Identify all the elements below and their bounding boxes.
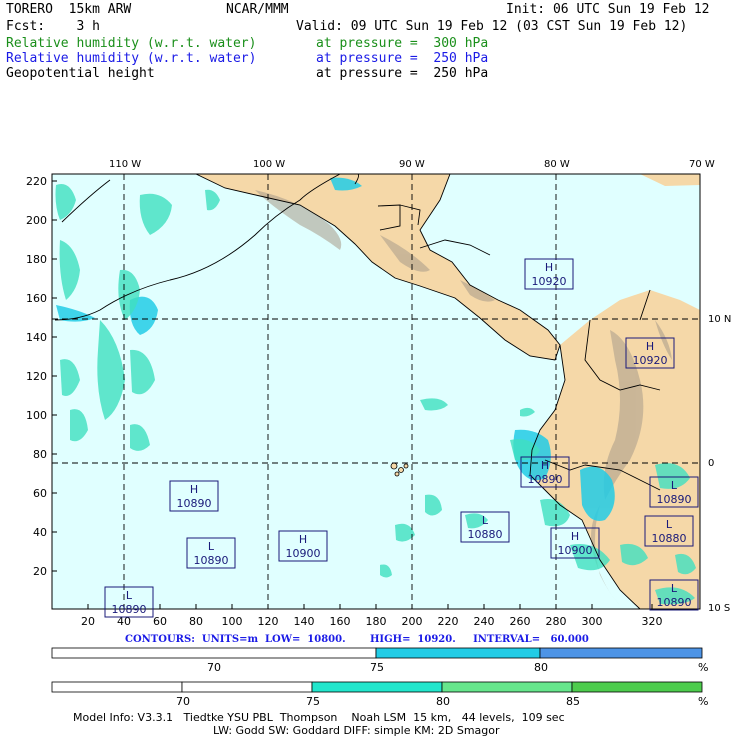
- cbar250-seg-blue: [539, 647, 703, 659]
- x-tick-label: 180: [366, 615, 387, 628]
- y-tick-label: 160: [26, 292, 47, 305]
- lon-label-70w: 70 W: [689, 159, 715, 170]
- cbar300-seg-green: [571, 681, 703, 693]
- contours-info: CONTOURS: UNITS=m LOW= 10800. HIGH= 1092…: [125, 634, 589, 645]
- hl-type: L: [126, 589, 133, 602]
- x-tick-label: 160: [330, 615, 351, 628]
- hl-type: H: [545, 261, 553, 274]
- lon-label-100w: 100 W: [253, 159, 286, 170]
- cbar300-label-80: 80: [436, 695, 450, 708]
- cbar300-label-75: 75: [306, 695, 320, 708]
- cbar300-seg-teal: [311, 681, 443, 693]
- colorbar-rh250: [51, 647, 703, 659]
- cbar250-label-80: 80: [534, 661, 548, 674]
- x-tick-label: 100: [222, 615, 243, 628]
- lat-label-10n: 10 N: [708, 314, 732, 325]
- hl-value: 10890: [194, 554, 229, 567]
- x-tick-label: 20: [81, 615, 95, 628]
- y-tick-label: 220: [26, 175, 47, 188]
- x-tick-label: 320: [642, 615, 663, 628]
- hl-type: H: [541, 459, 549, 472]
- y-tick-label: 140: [26, 331, 47, 344]
- lon-label-110w: 110 W: [109, 159, 142, 170]
- y-tick-label: 200: [26, 214, 47, 227]
- y-tick-label: 80: [33, 448, 47, 461]
- hl-type: H: [299, 533, 307, 546]
- hl-type: H: [646, 340, 654, 353]
- hl-value: 10890: [657, 596, 692, 609]
- hl-value: 10890: [177, 497, 212, 510]
- lon-label-80w: 80 W: [544, 159, 570, 170]
- y-tick-label: 100: [26, 409, 47, 422]
- hl-type: L: [671, 582, 678, 595]
- cbar300-label-pct: %: [698, 695, 709, 708]
- x-tick-label: 240: [474, 615, 495, 628]
- y-tick-label: 180: [26, 253, 47, 266]
- x-tick-label: 220: [438, 615, 459, 628]
- hl-value: 10900: [286, 547, 321, 560]
- y-tick-label: 60: [33, 487, 47, 500]
- x-tick-label: 120: [258, 615, 279, 628]
- cbar250-seg-white: [51, 647, 377, 659]
- x-tick-label: 60: [153, 615, 167, 628]
- x-tick-label: 200: [402, 615, 423, 628]
- cbar250-label-70: 70: [207, 661, 221, 674]
- colorbar-rh300: [51, 681, 703, 693]
- hl-value: 10880: [652, 532, 687, 545]
- x-tick-label: 140: [294, 615, 315, 628]
- hl-value: 10920: [633, 354, 668, 367]
- lon-label-90w: 90 W: [399, 159, 425, 170]
- y-tick-label: 20: [33, 565, 47, 578]
- lat-label-0: 0: [708, 458, 715, 469]
- hl-value: 10890: [112, 603, 147, 616]
- hl-type: L: [671, 479, 678, 492]
- cbar300-seg-white1: [51, 681, 183, 693]
- hl-value: 10880: [468, 528, 503, 541]
- x-tick-label: 300: [582, 615, 603, 628]
- cbar300-label-85: 85: [566, 695, 580, 708]
- cbar300-seg-white2: [181, 681, 313, 693]
- y-tick-label: 120: [26, 370, 47, 383]
- lat-label-10s: 10 S: [708, 603, 731, 614]
- hl-type: L: [208, 540, 215, 553]
- y-tick-label: 40: [33, 526, 47, 539]
- cbar250-label-pct: %: [698, 661, 709, 674]
- cbar300-seg-lightgreen: [441, 681, 573, 693]
- hl-value: 10890: [528, 473, 563, 486]
- model-info-line1: Model Info: V3.3.1 Tiedtke YSU PBL Thomp…: [73, 711, 565, 724]
- hl-type: L: [666, 518, 673, 531]
- x-tick-label: 280: [546, 615, 567, 628]
- weather-map: 2202001801601401201008060402020 40 60 80 100…: [26, 173, 701, 628]
- hl-value: 10890: [657, 493, 692, 506]
- cbar300-label-70: 70: [176, 695, 190, 708]
- hl-type: H: [571, 530, 579, 543]
- x-tick-label: 80: [189, 615, 203, 628]
- cbar250-seg-cyan: [375, 647, 541, 659]
- hl-value: 10900: [558, 544, 593, 557]
- model-info-line2: LW: Godd SW: Goddard DIFF: simple KM: 2D…: [213, 724, 500, 737]
- cbar250-label-75: 75: [370, 661, 384, 674]
- x-tick-label: 260: [510, 615, 531, 628]
- hl-value: 10920: [532, 275, 567, 288]
- hl-type: L: [482, 514, 489, 527]
- hl-type: H: [190, 483, 198, 496]
